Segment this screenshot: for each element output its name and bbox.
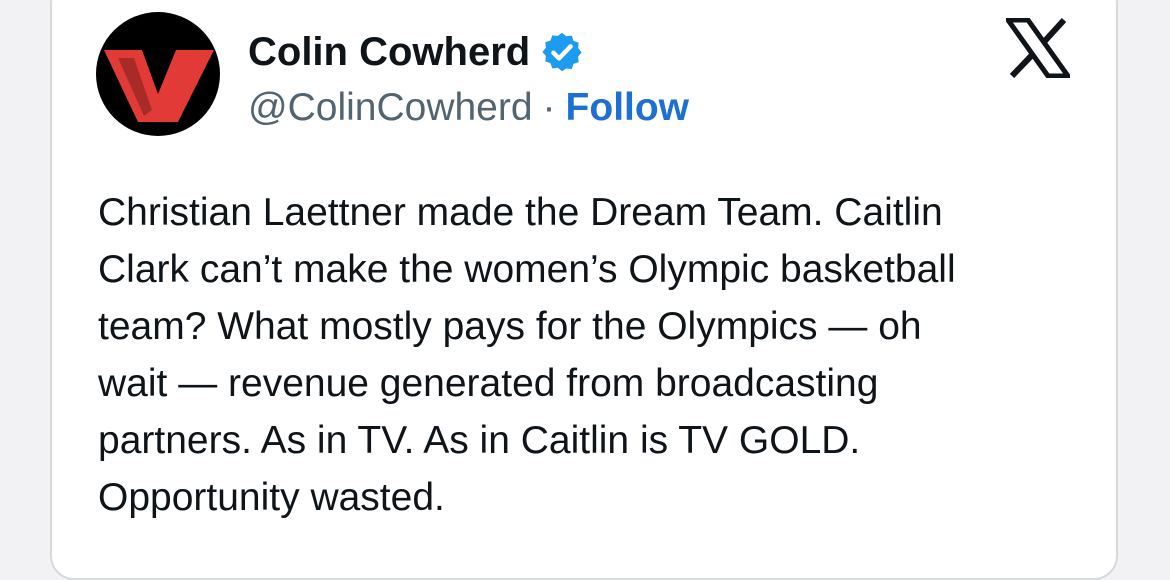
author-name[interactable]: Colin Cowherd xyxy=(248,24,530,80)
follow-button[interactable]: Follow xyxy=(566,86,689,130)
verified-badge-icon xyxy=(542,32,582,72)
author-handle[interactable]: @ColinCowherd xyxy=(248,86,533,130)
x-logo-icon[interactable] xyxy=(1006,18,1070,78)
tweet-text-line: Opportunity wasted. xyxy=(98,476,445,519)
author-handle-row: @ColinCowherd · Follow xyxy=(248,80,689,136)
tweet-text-line: partners. As in TV. As in Caitlin is TV … xyxy=(98,419,861,462)
avatar[interactable] xyxy=(96,12,220,136)
red-v-logo-icon xyxy=(104,50,214,122)
tweet-text-line: wait — revenue generated from broadcasti… xyxy=(98,362,879,405)
separator-dot: · xyxy=(542,86,556,129)
tweet-text-line: team? What mostly pays for the Olympics … xyxy=(98,305,922,348)
tweet-text: Christian Laettner made the Dream Team. … xyxy=(98,184,1088,526)
tweet-text-line: Christian Laettner made the Dream Team. … xyxy=(98,191,943,234)
author-name-row: Colin Cowherd xyxy=(248,24,584,80)
tweet-text-line: Clark can’t make the women’s Olympic bas… xyxy=(98,248,956,291)
